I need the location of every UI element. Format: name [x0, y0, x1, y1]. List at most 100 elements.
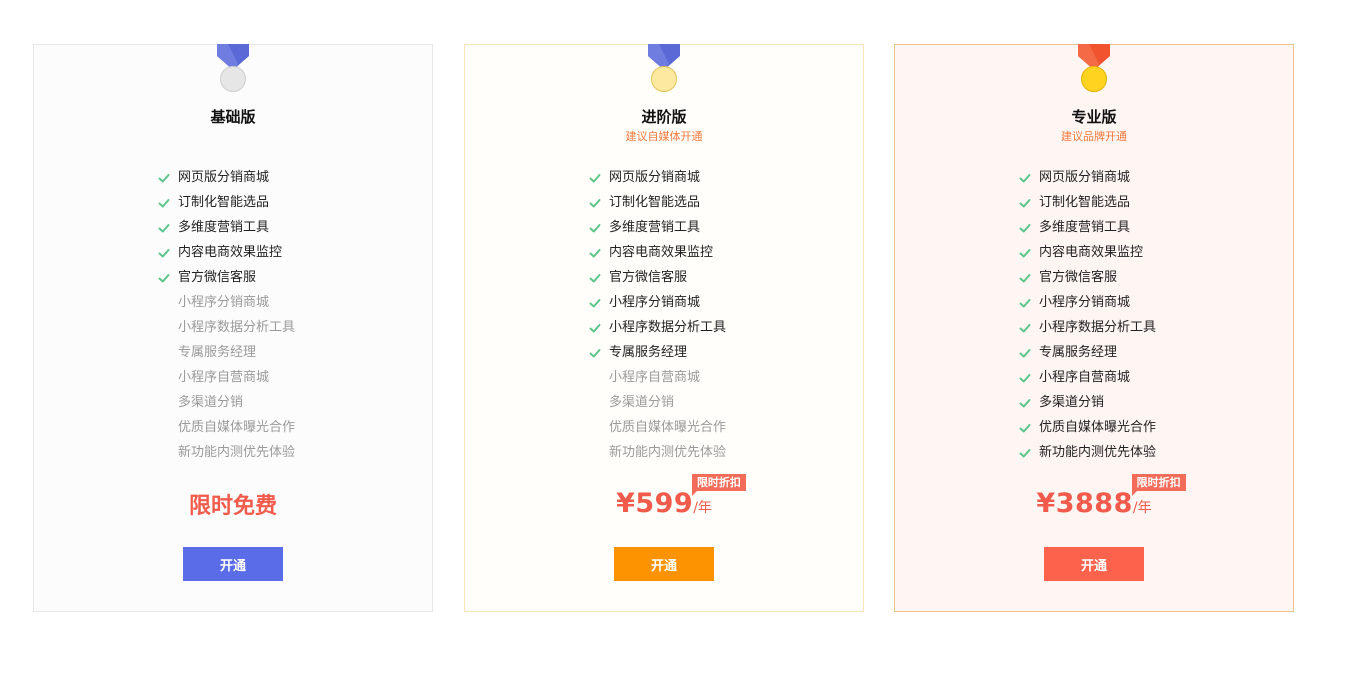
price-unit: /年	[1132, 500, 1152, 516]
feature-item: 小程序分销商城	[1019, 290, 1156, 315]
feature-label: 内容电商效果监控	[1039, 245, 1144, 260]
check-icon	[1019, 349, 1031, 358]
feature-label: 小程序数据分析工具	[1039, 320, 1157, 335]
feature-label: 小程序自营商城	[178, 370, 270, 385]
feature-label: 新功能内测优先体验	[178, 445, 296, 460]
feature-label: 订制化智能选品	[178, 195, 270, 210]
check-icon	[158, 274, 170, 283]
feature-label: 专属服务经理	[178, 345, 257, 360]
feature-label: 小程序自营商城	[1039, 370, 1131, 385]
feature-list: 网页版分销商城 订制化智能选品多维度营销工具内容电商效果监控 官方微信客服 小程序分销…	[158, 165, 295, 465]
feature-label: 专属服务经理	[609, 345, 688, 360]
plan-title: 进阶版	[641, 108, 687, 126]
check-icon	[1019, 274, 1031, 283]
check-icon	[158, 174, 170, 183]
feature-label: 内容电商效果监控	[178, 245, 283, 260]
feature-item: 内容电商效果监控	[1019, 240, 1156, 265]
feature-item: 多渠道分销	[589, 390, 726, 415]
feature-item: 内容电商效果监控	[158, 240, 295, 265]
check-icon	[1019, 199, 1031, 208]
plan-title: 基础版	[210, 108, 256, 126]
feature-item: 多渠道分销	[158, 390, 295, 415]
feature-item: 小程序分销商城	[589, 290, 726, 315]
feature-label: 新功能内测优先体验	[1039, 445, 1157, 460]
feature-item: 优质自媒体曝光合作	[158, 415, 295, 440]
feature-label: 网页版分销商城	[609, 170, 701, 185]
feature-label: 优质自媒体曝光合作	[178, 420, 296, 435]
price-amount: ¥3888	[1036, 488, 1133, 519]
feature-item: 官方微信客服	[1019, 265, 1156, 290]
feature-label: 官方微信客服	[1039, 270, 1118, 285]
plan-subtitle: 建议品牌开通	[1061, 130, 1127, 143]
check-icon	[1019, 224, 1031, 233]
check-icon	[1019, 399, 1031, 408]
check-icon	[589, 199, 601, 208]
check-icon	[589, 249, 601, 258]
subscribe-button-advanced[interactable]: 开通	[614, 547, 714, 581]
feature-label: 新功能内测优先体验	[609, 445, 727, 460]
price-block: ¥3888/年 限时折扣	[895, 474, 1293, 519]
feature-item: 网页版分销商城	[158, 165, 295, 190]
feature-item: 订制化智能选品	[1019, 190, 1156, 215]
check-icon	[1019, 249, 1031, 258]
feature-list: 网页版分销商城 订制化智能选品多维度营销工具 内容电商效果监控官方微信客服 小程序分销…	[589, 165, 726, 465]
check-icon	[589, 174, 601, 183]
feature-item: 网页版分销商城	[1019, 165, 1156, 190]
feature-item: 专属服务经理	[158, 340, 295, 365]
discount-badge: 限时折扣	[691, 474, 746, 496]
check-icon	[589, 224, 601, 233]
feature-label: 订制化智能选品	[609, 195, 701, 210]
feature-item: 多维度营销工具	[589, 215, 726, 240]
feature-label: 专属服务经理	[1039, 345, 1118, 360]
feature-label: 小程序分销商城	[178, 295, 270, 310]
feature-item: 专属服务经理	[589, 340, 726, 365]
feature-label: 多渠道分销	[178, 395, 244, 410]
feature-item: 小程序自营商城	[158, 365, 295, 390]
subscribe-button-pro[interactable]: 开通	[1044, 547, 1144, 581]
feature-label: 优质自媒体曝光合作	[1039, 420, 1157, 435]
feature-item: 多维度营销工具	[1019, 215, 1156, 240]
check-icon	[1019, 174, 1031, 183]
plan-card-basic: 基础版 网页版分销商城 订制化智能选品 多维度营销工具 内容电商效果监控 官方微信客服小…	[33, 44, 433, 612]
check-icon	[589, 274, 601, 283]
feature-label: 小程序分销商城	[609, 295, 701, 310]
feature-item: 多渠道分销	[1019, 390, 1156, 415]
feature-item: 网页版分销商城	[589, 165, 726, 190]
check-icon	[158, 224, 170, 233]
check-icon	[158, 199, 170, 208]
medal-icon	[1078, 44, 1110, 92]
feature-label: 官方微信客服	[178, 270, 257, 285]
feature-label: 网页版分销商城	[178, 170, 270, 185]
feature-item: 新功能内测优先体验	[158, 440, 295, 465]
feature-item: 官方微信客服	[158, 265, 295, 290]
check-icon	[589, 349, 601, 358]
price-amount: ¥599	[616, 488, 694, 519]
feature-item: 多维度营销工具	[158, 215, 295, 240]
feature-label: 官方微信客服	[609, 270, 688, 285]
subscribe-button-basic[interactable]: 开通	[183, 547, 283, 581]
check-icon	[589, 324, 601, 333]
check-icon	[589, 299, 601, 308]
feature-item: 优质自媒体曝光合作	[1019, 415, 1156, 440]
feature-item: 新功能内测优先体验	[589, 440, 726, 465]
feature-label: 多渠道分销	[1039, 395, 1105, 410]
check-icon	[1019, 424, 1031, 433]
feature-label: 小程序数据分析工具	[609, 320, 727, 335]
feature-item: 小程序自营商城	[1019, 365, 1156, 390]
price-unit: /年	[693, 500, 712, 516]
price-block: ¥599/年 限时折扣	[465, 474, 863, 519]
feature-label: 多维度营销工具	[1039, 220, 1131, 235]
discount-badge: 限时折扣	[1131, 474, 1186, 496]
feature-item: 小程序自营商城	[589, 365, 726, 390]
plan-subtitle: 建议自媒体开通	[625, 130, 703, 143]
feature-item: 内容电商效果监控	[589, 240, 726, 265]
plan-card-advanced: 进阶版 建议自媒体开通 网页版分销商城 订制化智能选品多维度营销工具 内容电商效果监…	[464, 44, 864, 612]
feature-label: 多渠道分销	[609, 395, 675, 410]
plan-title: 专业版	[1071, 108, 1117, 126]
feature-label: 小程序数据分析工具	[178, 320, 296, 335]
feature-label: 小程序分销商城	[1039, 295, 1131, 310]
feature-item: 新功能内测优先体验	[1019, 440, 1156, 465]
feature-item: 小程序数据分析工具	[589, 315, 726, 340]
feature-item: 小程序分销商城	[158, 290, 295, 315]
medal-icon	[648, 44, 680, 92]
